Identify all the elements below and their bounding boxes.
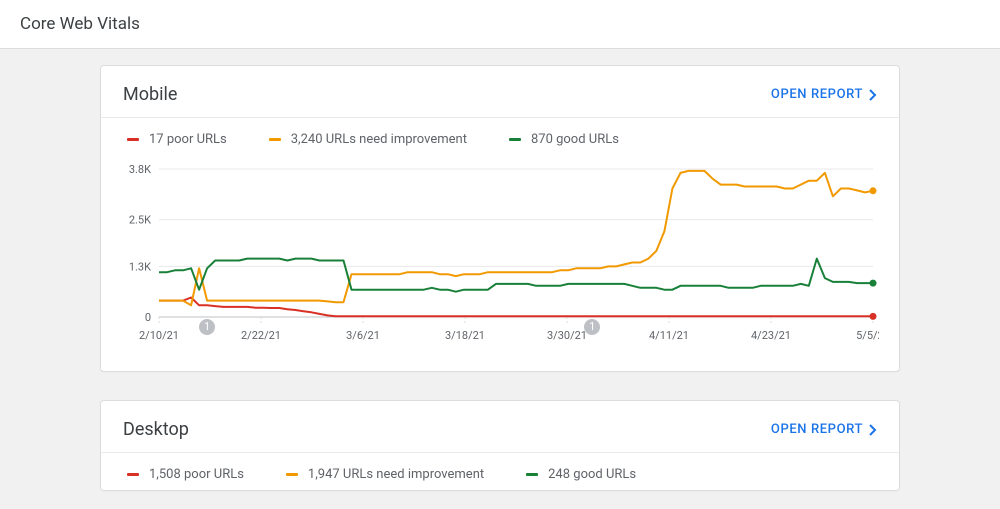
swatch-good [526, 473, 538, 476]
legend-poor: 1,508 poor URLs [127, 467, 244, 482]
mobile-chart: 0 1.3K 2.5K 3.8K 2/10/21 2/22/21 3/6/21 3/18/21… [123, 163, 877, 353]
legend-poor: 17 poor URLs [127, 132, 227, 147]
svg-text:3/18/21: 3/18/21 [445, 329, 485, 342]
svg-text:2/10/21: 2/10/21 [139, 329, 179, 342]
legend-needs-label: 3,240 URLs need improvement [291, 132, 467, 147]
page-title: Core Web Vitals [20, 14, 140, 34]
legend-needs-label: 1,947 URLs need improvement [308, 467, 484, 482]
legend-needs-improvement: 1,947 URLs need improvement [286, 467, 484, 482]
open-report-label: OPEN REPORT [771, 422, 863, 437]
svg-text:5/5/21: 5/5/21 [856, 329, 879, 342]
chevron-right-icon [869, 424, 877, 436]
mobile-card-title: Mobile [123, 84, 177, 105]
desktop-card-header: Desktop OPEN REPORT [123, 411, 877, 452]
svg-text:1.3K: 1.3K [129, 260, 151, 273]
legend-needs-improvement: 3,240 URLs need improvement [269, 132, 467, 147]
legend-poor-label: 17 poor URLs [149, 132, 227, 147]
swatch-good [509, 138, 521, 141]
svg-text:0: 0 [145, 311, 151, 324]
swatch-needs [269, 138, 281, 141]
desktop-legend: 1,508 poor URLs 1,947 URLs need improvem… [127, 467, 877, 482]
svg-text:2/22/21: 2/22/21 [241, 329, 281, 342]
open-report-button-mobile[interactable]: OPEN REPORT [771, 87, 877, 102]
desktop-card: Desktop OPEN REPORT 1,508 poor URLs 1,94… [100, 400, 900, 491]
svg-text:3/30/21: 3/30/21 [547, 329, 587, 342]
open-report-label: OPEN REPORT [771, 87, 863, 102]
chevron-right-icon [869, 89, 877, 101]
svg-text:3.8K: 3.8K [129, 163, 151, 176]
mobile-card-header: Mobile OPEN REPORT [123, 76, 877, 117]
legend-poor-label: 1,508 poor URLs [149, 467, 244, 482]
page-header: Core Web Vitals [0, 0, 1000, 49]
content: Mobile OPEN REPORT 17 poor URLs 3,240 UR… [0, 49, 1000, 507]
svg-text:2.5K: 2.5K [129, 214, 151, 227]
svg-text:3/6/21: 3/6/21 [346, 329, 380, 342]
legend-good: 248 good URLs [526, 467, 636, 482]
event-marker[interactable]: 1 [584, 319, 600, 335]
legend-good-label: 248 good URLs [548, 467, 636, 482]
divider [101, 452, 899, 453]
divider [101, 117, 899, 118]
swatch-poor [127, 138, 139, 141]
desktop-card-title: Desktop [123, 419, 189, 440]
swatch-poor [127, 473, 139, 476]
svg-text:4/23/21: 4/23/21 [751, 329, 791, 342]
mobile-card: Mobile OPEN REPORT 17 poor URLs 3,240 UR… [100, 65, 900, 372]
mobile-legend: 17 poor URLs 3,240 URLs need improvement… [127, 132, 877, 147]
event-marker[interactable]: 1 [199, 319, 215, 335]
open-report-button-desktop[interactable]: OPEN REPORT [771, 422, 877, 437]
swatch-needs [286, 473, 298, 476]
legend-good-label: 870 good URLs [531, 132, 619, 147]
svg-text:4/11/21: 4/11/21 [649, 329, 689, 342]
legend-good: 870 good URLs [509, 132, 619, 147]
